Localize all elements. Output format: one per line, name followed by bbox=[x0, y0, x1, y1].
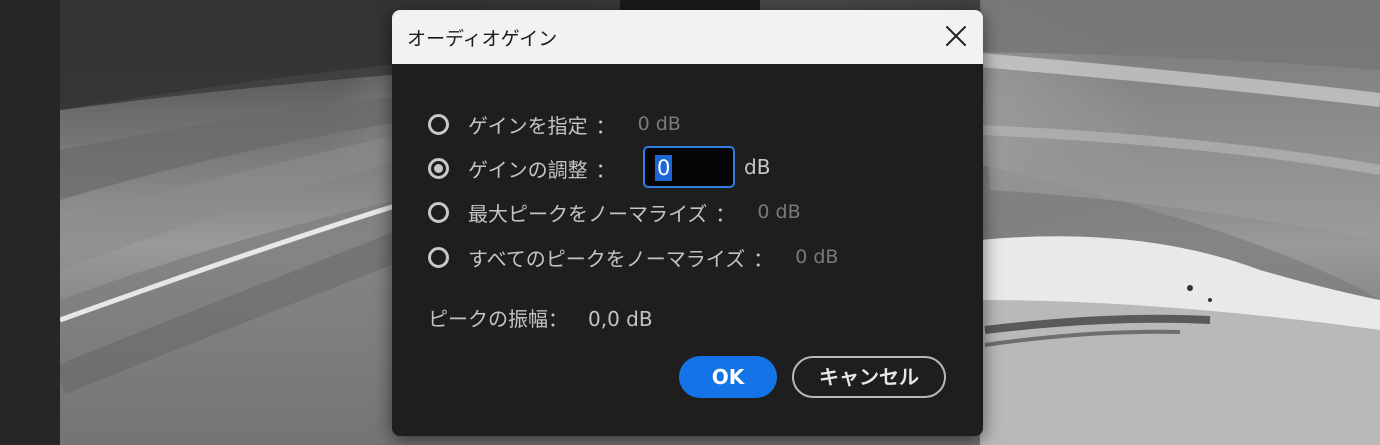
audio-gain-dialog: オーディオゲイン ゲインを指定 ： 0 dB ゲインの調整 ： 0 dB 最大ピ… bbox=[392, 10, 983, 436]
radio-adjust-gain[interactable] bbox=[428, 157, 449, 179]
radio-set-gain[interactable] bbox=[428, 113, 449, 135]
app-window: オーディオゲイン ゲインを指定 ： 0 dB ゲインの調整 ： 0 dB 最大ピ… bbox=[0, 0, 1380, 445]
option-adjust-gain[interactable]: ゲインの調整 ： bbox=[428, 155, 616, 182]
option-value: 0 dB bbox=[795, 246, 839, 268]
radio-normalize-all-peaks[interactable] bbox=[428, 246, 449, 268]
panel-edge bbox=[0, 0, 60, 445]
option-value: 0 dB bbox=[757, 201, 801, 223]
option-colon: ： bbox=[595, 157, 616, 182]
peak-amplitude-value: 0,0 dB bbox=[588, 307, 653, 331]
radio-normalize-max-peak[interactable] bbox=[428, 201, 449, 223]
option-value: 0 dB bbox=[637, 113, 681, 135]
option-normalize-all-peaks[interactable]: すべてのピークをノーマライズ ： 0 dB bbox=[428, 244, 839, 271]
option-label: すべてのピークをノーマライズ bbox=[468, 246, 746, 271]
gain-unit-label: dB bbox=[744, 155, 771, 179]
option-normalize-max-peak[interactable]: 最大ピークをノーマライズ ： 0 dB bbox=[428, 199, 801, 226]
option-colon: ： bbox=[715, 201, 736, 226]
option-colon: ： bbox=[595, 113, 616, 138]
option-set-gain[interactable]: ゲインを指定 ： 0 dB bbox=[428, 111, 681, 138]
ok-button[interactable]: OK bbox=[679, 356, 777, 398]
peak-amplitude-row: ピークの振幅： 0,0 dB bbox=[428, 303, 653, 332]
gain-input-value: 0 bbox=[657, 156, 671, 180]
close-icon bbox=[946, 26, 966, 46]
gain-adjust-input[interactable]: 0 bbox=[643, 146, 735, 188]
cancel-button[interactable]: キャンセル bbox=[792, 356, 946, 398]
option-label: ゲインの調整 bbox=[468, 157, 588, 182]
option-colon: ： bbox=[753, 246, 774, 271]
dialog-titlebar: オーディオゲイン bbox=[392, 10, 983, 64]
dialog-title: オーディオゲイン bbox=[407, 28, 558, 50]
option-label: 最大ピークをノーマライズ bbox=[468, 201, 708, 226]
peak-amplitude-label: ピークの振幅： bbox=[428, 307, 568, 331]
option-label: ゲインを指定 bbox=[468, 113, 588, 138]
close-button[interactable] bbox=[940, 20, 972, 52]
